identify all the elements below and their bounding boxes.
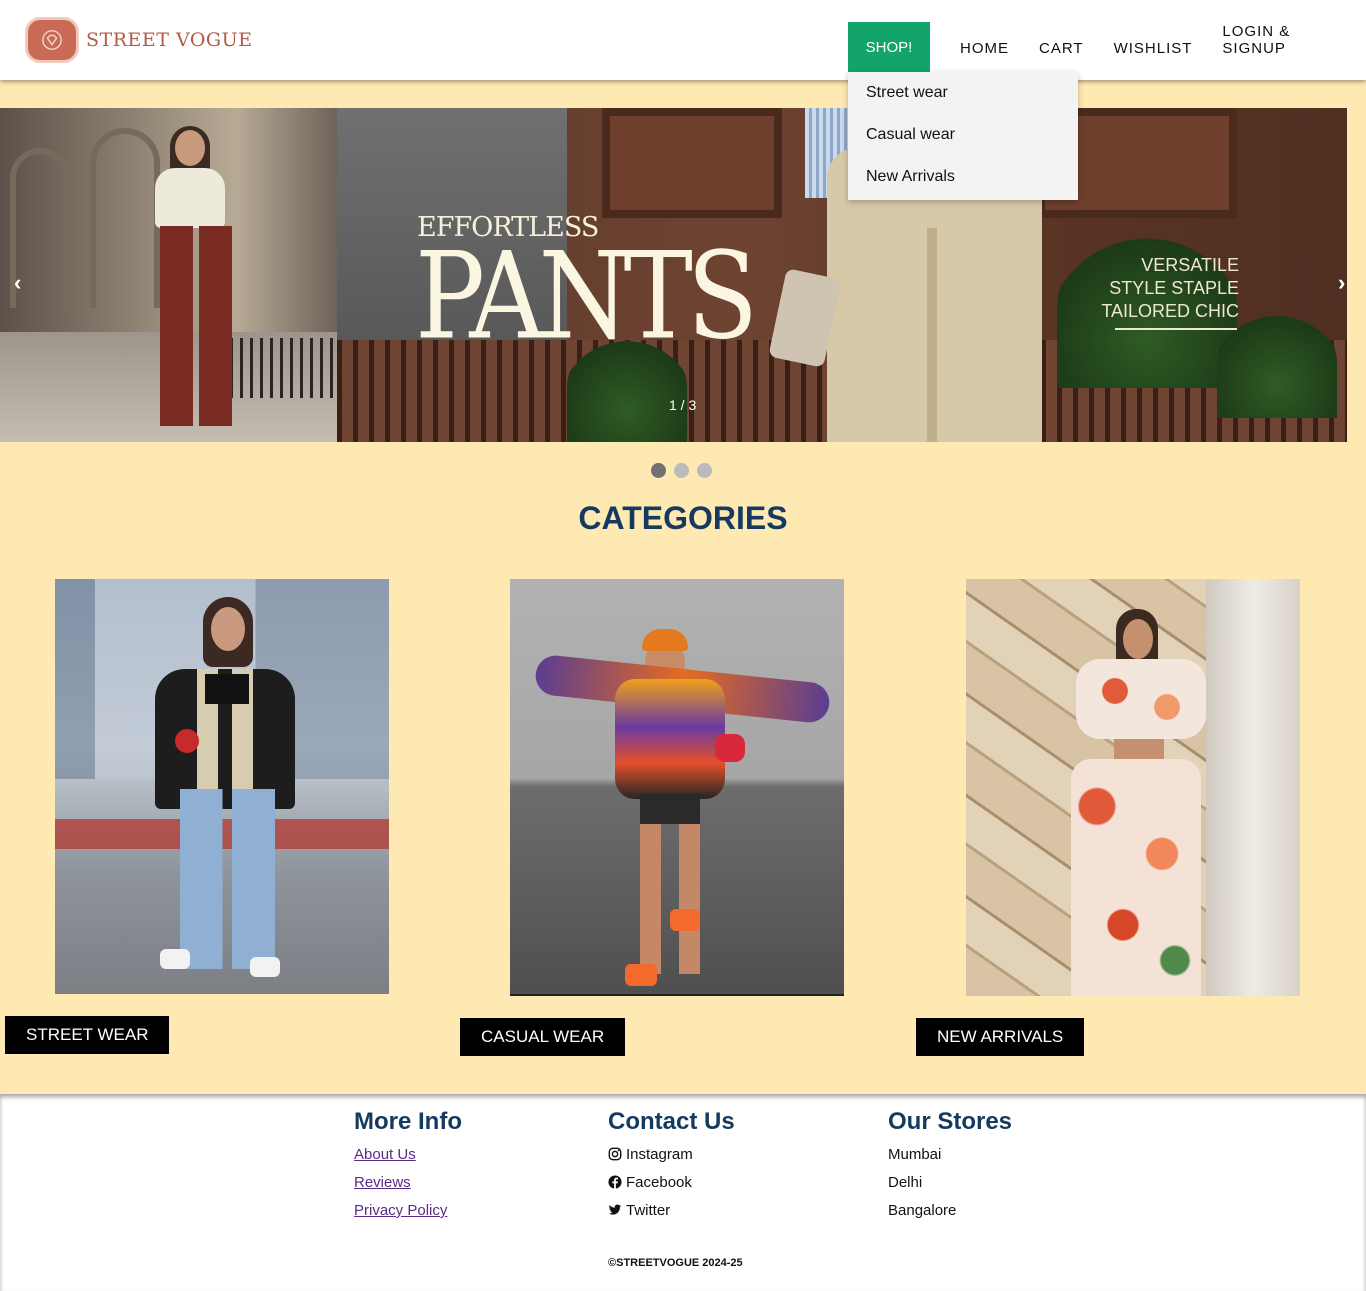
store-delhi: Delhi [888, 1174, 923, 1191]
copyright-text: ©STREETVOGUE 2024-25 [608, 1257, 743, 1269]
footer-more-info: More Info About Us Reviews Privacy Polic… [354, 1108, 462, 1230]
reviews-link[interactable]: Reviews [354, 1174, 462, 1202]
nav-wishlist[interactable]: WISHLIST [1114, 40, 1193, 57]
shop-dropdown-menu: Street wear Casual wear New Arrivals [848, 72, 1078, 200]
carousel-dot-3[interactable] [697, 463, 712, 478]
footer-contact: Contact Us Instagram Facebook Twitter [608, 1108, 735, 1230]
casual-wear-button[interactable]: CASUAL WEAR [460, 1018, 626, 1056]
prev-slide-arrow-icon[interactable]: ‹ [14, 270, 21, 296]
footer-stores-title: Our Stores [888, 1108, 1013, 1135]
store-mumbai: Mumbai [888, 1146, 942, 1163]
carousel-dot-1[interactable] [651, 463, 666, 478]
categories-heading: CATEGORIES [578, 500, 788, 536]
main-nav: SHOP! HOME CART WISHLIST LOGIN & SIGNUP [848, 22, 1292, 72]
site-header: STREET VOGUE SHOP! HOME CART WISHLIST LO… [0, 0, 1366, 80]
about-us-link[interactable]: About Us [354, 1146, 462, 1174]
diamond-icon [28, 20, 76, 60]
footer-contact-title: Contact Us [608, 1108, 735, 1135]
hero-carousel[interactable]: EFFORTLESS PANTS VERSATILE STYLE STAPLE … [0, 108, 1347, 442]
street-wear-button[interactable]: STREET WEAR [5, 1016, 170, 1054]
privacy-policy-link[interactable]: Privacy Policy [354, 1202, 462, 1230]
slide-photo-right: EFFORTLESS PANTS VERSATILE STYLE STAPLE … [337, 108, 1347, 442]
dropdown-item-casual-wear[interactable]: Casual wear [848, 124, 1078, 166]
nav-cart[interactable]: CART [1039, 40, 1084, 57]
carousel-dot-2[interactable] [674, 463, 689, 478]
store-bangalore: Bangalore [888, 1202, 957, 1219]
shop-button[interactable]: SHOP! [848, 22, 930, 72]
main-content: EFFORTLESS PANTS VERSATILE STYLE STAPLE … [0, 80, 1366, 1094]
nav-home[interactable]: HOME [960, 40, 1009, 57]
dropdown-item-new-arrivals[interactable]: New Arrivals [848, 166, 1078, 208]
facebook-link[interactable]: Facebook [608, 1174, 735, 1202]
next-slide-arrow-icon[interactable]: › [1338, 270, 1345, 296]
street-wear-image[interactable] [55, 579, 389, 994]
brand-name: STREET VOGUE [86, 29, 253, 51]
facebook-icon [608, 1175, 622, 1189]
nav-login-signup[interactable]: LOGIN & SIGNUP [1222, 23, 1292, 57]
twitter-icon [608, 1204, 622, 1215]
instagram-link[interactable]: Instagram [608, 1146, 735, 1174]
footer-stores: Our Stores Mumbai Delhi Bangalore [888, 1108, 1012, 1230]
casual-wear-image[interactable] [510, 579, 844, 996]
slide-photo-left [0, 108, 337, 442]
footer-more-info-title: More Info [354, 1108, 462, 1135]
slide-headline-big: PANTS [415, 226, 758, 367]
dropdown-item-street-wear[interactable]: Street wear [848, 82, 1078, 124]
new-arrivals-image[interactable] [966, 579, 1300, 996]
slide-tagline: VERSATILE STYLE STAPLE TAILORED CHIC [1101, 255, 1239, 321]
brand-logo[interactable]: STREET VOGUE [28, 20, 252, 60]
slide-counter: 1 / 3 [669, 397, 697, 413]
carousel-dots [651, 463, 720, 478]
site-footer: More Info About Us Reviews Privacy Polic… [0, 1094, 1366, 1291]
new-arrivals-button[interactable]: NEW ARRIVALS [916, 1018, 1085, 1056]
twitter-link[interactable]: Twitter [608, 1202, 735, 1230]
instagram-icon [608, 1147, 622, 1161]
